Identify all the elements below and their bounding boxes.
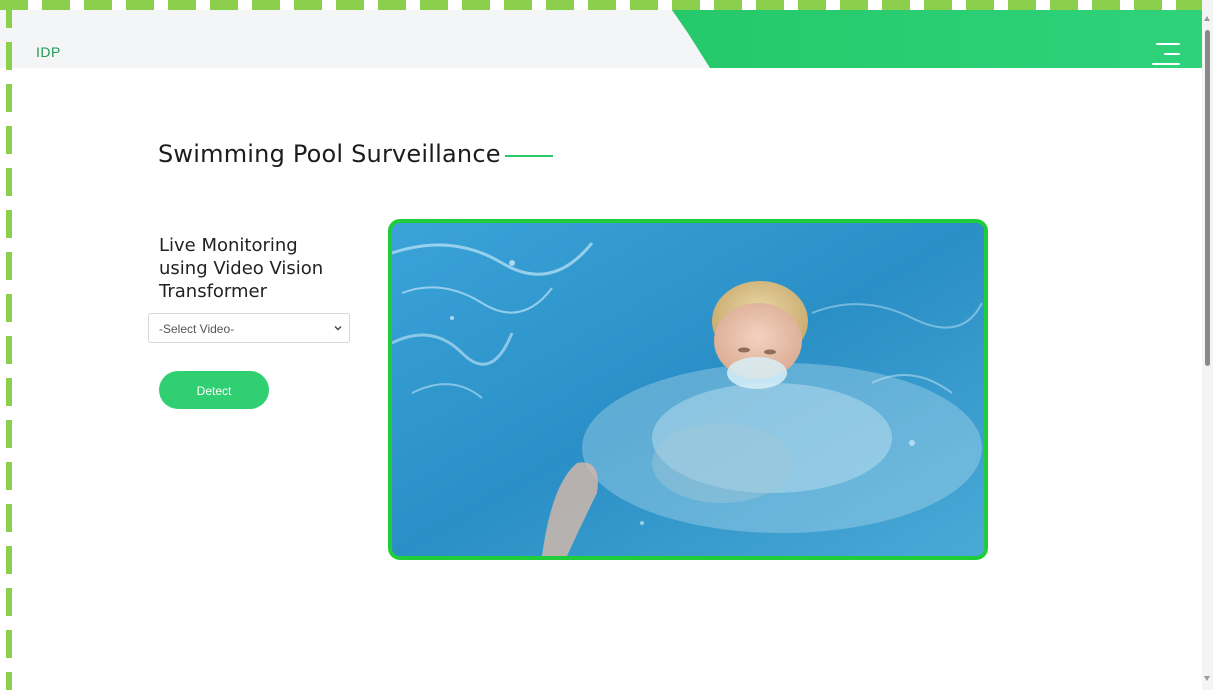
- brand-logo[interactable]: IDP: [36, 44, 61, 60]
- video-frame[interactable]: [388, 219, 988, 560]
- scrollbar-thumb[interactable]: [1205, 30, 1210, 366]
- hamburger-menu-icon[interactable]: [1150, 41, 1180, 69]
- scroll-up-arrow-icon[interactable]: [1204, 16, 1210, 21]
- title-underline: [504, 155, 553, 157]
- detect-button[interactable]: Detect: [159, 371, 269, 409]
- video-select[interactable]: -Select Video-: [148, 313, 350, 343]
- page-title: Swimming Pool Surveillance: [158, 140, 501, 168]
- video-preview: [392, 223, 984, 556]
- navbar-accent-panel: [672, 10, 1202, 68]
- dashed-border-top: [0, 0, 1202, 10]
- scroll-down-arrow-icon[interactable]: [1204, 676, 1210, 681]
- top-navbar: IDP: [0, 10, 1202, 68]
- vertical-scrollbar[interactable]: [1202, 0, 1213, 690]
- page: IDP Swimming Pool Surveillance Live Moni…: [0, 0, 1213, 690]
- video-select-value: -Select Video-: [159, 322, 235, 336]
- dashed-border-left: [6, 0, 12, 690]
- chevron-down-icon: [334, 326, 342, 331]
- section-subheading: Live Monitoring using Video Vision Trans…: [159, 235, 324, 302]
- page-title-block: Swimming Pool Surveillance: [158, 140, 553, 168]
